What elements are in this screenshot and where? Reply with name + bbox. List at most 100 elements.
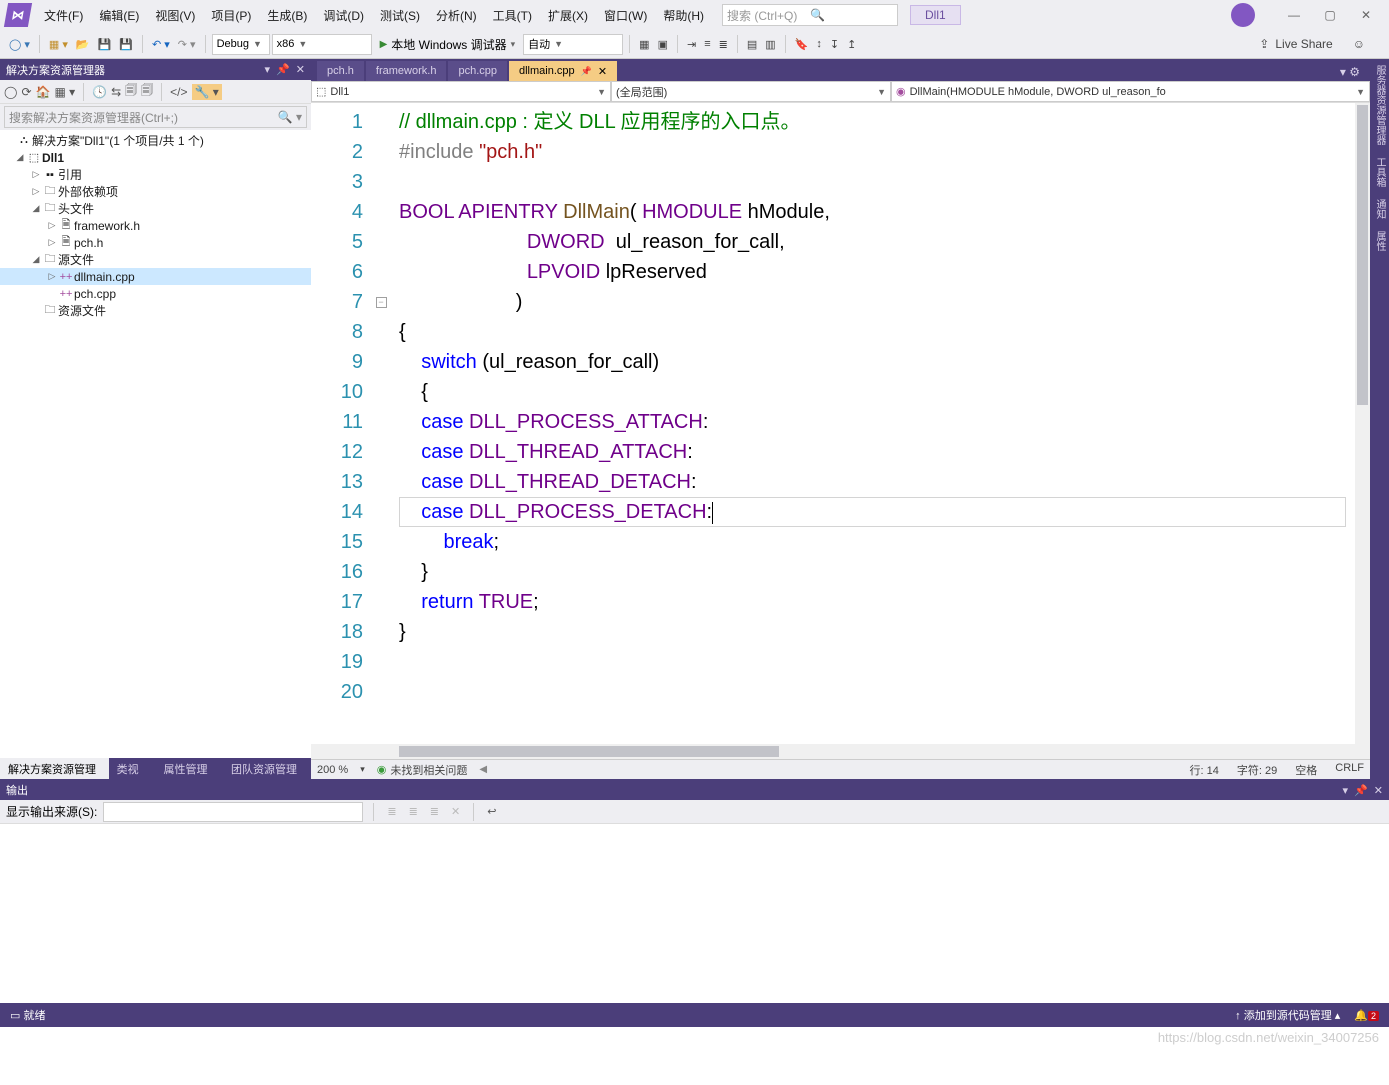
minimize-button[interactable]: — (1277, 3, 1311, 27)
tool-icon-6[interactable]: ▤ (744, 36, 760, 53)
menu-item[interactable]: 分析(N) (428, 3, 485, 28)
tree-project[interactable]: ◢⬚Dll1 (0, 149, 311, 166)
collapse-icon[interactable]: ⇆ (111, 85, 121, 99)
code-content[interactable]: // dllmain.cpp : 定义 DLL 应用程序的入口点。#includ… (391, 103, 1370, 744)
panel-dropdown-icon[interactable]: ▾ (1343, 784, 1349, 797)
quick-search[interactable]: 搜索 (Ctrl+Q) 🔍 (722, 4, 898, 26)
undo-icon[interactable]: ↶ ▾ (149, 36, 173, 53)
auto-select[interactable]: 自动▼ (523, 34, 623, 55)
liveshare-label[interactable]: Live Share (1275, 37, 1332, 51)
refresh-icon[interactable]: ⟳ (21, 85, 31, 99)
menu-item[interactable]: 窗口(W) (596, 3, 655, 28)
menu-item[interactable]: 工具(T) (485, 3, 540, 28)
right-tab[interactable]: 通知 (1370, 193, 1389, 225)
panel-tab[interactable]: 类视图 (109, 758, 156, 779)
showall-icon[interactable]: ▦ ▾ (54, 85, 75, 99)
out-wrap-icon[interactable]: ↩ (484, 803, 499, 820)
config-select[interactable]: Debug▼ (212, 34, 270, 55)
tool-icon-11[interactable]: ↥ (844, 36, 859, 53)
close-button[interactable]: ✕ (1349, 3, 1383, 27)
menu-item[interactable]: 项目(P) (203, 3, 259, 28)
platform-select[interactable]: x86▼ (272, 34, 372, 55)
tabs-gear-icon[interactable]: ▾ ⚙ (1336, 63, 1364, 81)
fold-toggle-icon[interactable]: − (376, 297, 387, 308)
eol-indicator[interactable]: CRLF (1335, 762, 1364, 778)
right-tab[interactable]: 属性 (1370, 225, 1389, 257)
menu-item[interactable]: 扩展(X) (540, 3, 596, 28)
out-clear-icon[interactable]: ✕ (448, 803, 463, 820)
tree-refs[interactable]: ▷▪▪引用 (0, 166, 311, 183)
tree-root[interactable]: ⛬解决方案"Dll1"(1 个项目/共 1 个) (0, 132, 311, 149)
tool-icon-4[interactable]: ≡ (701, 36, 713, 52)
tool-icon-3[interactable]: ⇥ (684, 36, 699, 53)
menu-item[interactable]: 生成(B) (259, 3, 315, 28)
right-tab[interactable]: 服务器资源管理器 (1370, 59, 1389, 151)
menu-item[interactable]: 编辑(E) (91, 3, 147, 28)
home2-icon[interactable]: 🏠 (36, 85, 51, 99)
tree-s1[interactable]: ▷++dllmain.cpp (0, 268, 311, 285)
panel-tab[interactable]: 属性管理器 (156, 758, 223, 779)
bookmark-icon[interactable]: 🔖 (792, 36, 812, 53)
horizontal-scrollbar[interactable] (311, 744, 1370, 759)
panel-close-icon[interactable]: ✕ (1374, 784, 1383, 797)
tree-h1[interactable]: ▷🗎framework.h (0, 217, 311, 234)
panel-tab[interactable]: 团队资源管理器 (223, 758, 311, 779)
panel-dropdown-icon[interactable]: ▾ (265, 63, 271, 76)
user-avatar-icon[interactable] (1231, 3, 1255, 27)
tool-icon-7[interactable]: ▥ (762, 36, 778, 53)
pin-icon[interactable]: 📌 (581, 66, 592, 77)
menu-item[interactable]: 视图(V) (147, 3, 203, 28)
fold-column[interactable]: − (371, 103, 391, 744)
new-item-icon[interactable]: ▦ ▾ (46, 36, 71, 53)
solution-search[interactable]: 搜索解决方案资源管理器(Ctrl+;) 🔍 ▾ (4, 106, 307, 128)
open-icon[interactable]: 📂 (73, 36, 93, 53)
copy-icon[interactable]: 🗐 (141, 81, 153, 102)
tree-external[interactable]: ▷🗀外部依赖项 (0, 183, 311, 200)
tool-icon-5[interactable]: ≣ (716, 36, 731, 53)
start-debug-button[interactable]: ▶本地 Windows 调试器▾ (374, 34, 522, 55)
panel-tab[interactable]: 解决方案资源管理器 (0, 758, 109, 779)
nav-back-icon[interactable]: ◯ ▾ (6, 36, 33, 53)
source-control-button[interactable]: ↑ 添加到源代码管理 ▴ (1235, 1007, 1340, 1023)
tree-headers[interactable]: ◢🗀头文件 (0, 200, 311, 217)
code-editor[interactable]: 1234567891011121314151617181920 − // dll… (311, 103, 1370, 744)
feedback-icon[interactable]: ☺ (1353, 37, 1365, 51)
right-tab[interactable]: 工具箱 (1370, 151, 1389, 193)
tree-sources[interactable]: ◢🗀源文件 (0, 251, 311, 268)
menu-item[interactable]: 帮助(H) (655, 3, 712, 28)
menu-item[interactable]: 测试(S) (372, 3, 428, 28)
menu-item[interactable]: 文件(F) (36, 3, 91, 28)
tree-h2[interactable]: ▷🗎pch.h (0, 234, 311, 251)
save-icon[interactable]: 💾 (95, 36, 115, 53)
close-tab-icon[interactable]: ✕ (598, 65, 607, 78)
project-badge[interactable]: Dll1 (910, 5, 961, 25)
tab-pch-h[interactable]: pch.h (317, 61, 364, 81)
vertical-scrollbar[interactable] (1355, 103, 1370, 744)
properties-icon[interactable]: 🔧 ▾ (192, 84, 222, 100)
solution-tree[interactable]: ⛬解决方案"Dll1"(1 个项目/共 1 个) ◢⬚Dll1 ▷▪▪引用 ▷🗀… (0, 130, 311, 758)
home-icon[interactable]: ◯ (4, 85, 17, 99)
pin-icon[interactable]: 📌 (276, 63, 290, 76)
out-tool-1-icon[interactable]: ≣ (384, 803, 399, 820)
tool-icon-1[interactable]: ▦ (636, 36, 652, 53)
tab-framework-h[interactable]: framework.h (366, 61, 447, 81)
output-source-select[interactable] (103, 802, 363, 822)
save-all-icon[interactable]: 💾 (116, 36, 136, 53)
code-icon[interactable]: </> (170, 85, 187, 99)
output-body[interactable] (0, 824, 1389, 1003)
problems-indicator[interactable]: ◉未找到相关问题 (377, 762, 468, 778)
tab-dllmain-cpp[interactable]: dllmain.cpp📌✕ (509, 61, 617, 81)
nav-scope-global[interactable]: (全局范围)▼ (611, 81, 891, 102)
sync-icon[interactable]: 🕓 (92, 85, 107, 99)
tool-icon-10[interactable]: ↧ (827, 36, 842, 53)
pin-icon[interactable]: 📌 (1354, 784, 1368, 797)
out-tool-2-icon[interactable]: ≣ (406, 803, 421, 820)
redo-icon[interactable]: ↷ ▾ (175, 36, 199, 53)
panel-close-icon[interactable]: ✕ (296, 63, 305, 76)
maximize-button[interactable]: ▢ (1313, 3, 1347, 27)
notifications-button[interactable]: 🔔2 (1354, 1009, 1379, 1022)
tool-icon-2[interactable]: ▣ (655, 36, 671, 53)
nav-scope-function[interactable]: ◉DllMain(HMODULE hModule, DWORD ul_reaso… (891, 81, 1370, 102)
tree-s2[interactable]: ++pch.cpp (0, 285, 311, 302)
tab-pch-cpp[interactable]: pch.cpp (448, 61, 507, 81)
